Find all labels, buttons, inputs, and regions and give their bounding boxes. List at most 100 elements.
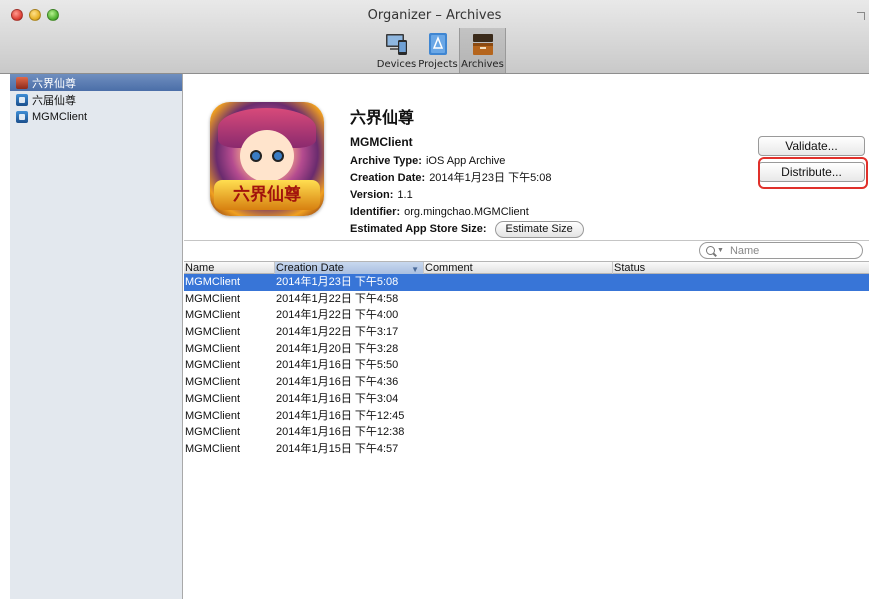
identifier-label: Identifier: [350,206,401,218]
archive-type-value: iOS App Archive [425,155,506,167]
column-header-status[interactable]: Status [613,262,869,274]
table-row[interactable]: MGMClient 2014年1月22日 下午3:17 [184,324,869,341]
cell-comment [424,341,613,358]
cell-status [613,374,869,391]
fullscreen-icon[interactable] [857,12,865,20]
table-header: Name Creation Date ▼ Comment Status [184,261,869,274]
cell-name: MGMClient [185,292,241,305]
cell-creation-date: 2014年1月16日 下午4:36 [276,376,399,389]
table-row[interactable]: MGMClient 2014年1月16日 下午3:04 [184,391,869,408]
cell-creation-date: 2014年1月22日 下午3:17 [276,326,399,339]
archives-table: Name Creation Date ▼ Comment Status MGMC… [184,261,869,458]
cell-status [613,441,869,458]
cell-creation-date: 2014年1月20日 下午3:28 [276,342,399,355]
project-icon [16,93,28,106]
table-row[interactable]: MGMClient 2014年1月23日 下午5:08 [184,274,869,291]
estimate-size-button[interactable]: Estimate Size [494,221,584,238]
cell-creation-date: 2014年1月16日 下午3:04 [276,392,399,405]
cell-name: MGMClient [185,342,241,355]
table-row[interactable]: MGMClient 2014年1月20日 下午3:28 [184,341,869,358]
app-artwork-image: 六界仙尊 [210,102,324,216]
size-row: Estimated App Store Size: Estimate Size [350,221,584,238]
cell-creation-date: 2014年1月22日 下午4:00 [276,309,399,322]
column-header-creation-date[interactable]: Creation Date ▼ [275,262,424,274]
search-icon [706,246,715,255]
sidebar-item-mgmclient[interactable]: MGMClient [10,108,182,125]
cell-creation-date: 2014年1月16日 下午12:38 [276,426,405,439]
cell-comment [424,274,613,291]
cell-name: MGMClient [185,326,241,339]
toolbar-projects-button[interactable]: Projects [417,28,459,73]
table-body: MGMClient 2014年1月23日 下午5:08 MGMClient 2014年… [184,274,869,458]
cell-name: MGMClient [185,359,241,372]
table-row[interactable]: MGMClient 2014年1月16日 下午12:38 [184,424,869,441]
devices-icon [384,31,410,57]
cell-status [613,357,869,374]
validate-button[interactable]: Validate... [758,136,865,156]
artwork-face [240,130,294,182]
artwork-eye [272,150,284,162]
sidebar-item-project[interactable]: 六届仙尊 [10,91,182,108]
toolbar-archives-button[interactable]: Archives [459,28,506,73]
artwork-eye [250,150,262,162]
cell-creation-date: 2014年1月22日 下午4:58 [276,292,399,305]
archive-scheme: MGMClient [350,135,413,149]
cell-name: MGMClient [185,392,241,405]
cell-name: MGMClient [185,276,241,288]
archive-app-name: 六界仙尊 [350,108,415,127]
search-field[interactable]: ▼ Name [699,242,863,259]
column-header-name[interactable]: Name [184,262,275,274]
column-header-comment[interactable]: Comment [424,262,613,274]
distribute-highlight-box [758,157,868,189]
cell-comment [424,424,613,441]
cell-comment [424,441,613,458]
sidebar-item-label: 六界仙尊 [32,77,76,90]
projects-icon [425,31,451,57]
identifier-row: Identifier: org.mingchao.MGMClient [350,204,584,221]
version-value: 1.1 [397,189,413,201]
cell-comment [424,357,613,374]
sidebar-item-label: 六届仙尊 [32,94,76,107]
toolbar-archives-label: Archives [461,59,504,70]
cell-creation-date: 2014年1月15日 下午4:57 [276,442,399,455]
toolbar-devices-button[interactable]: Devices [376,28,417,73]
cell-comment [424,374,613,391]
cell-name: MGMClient [185,442,241,455]
creation-date-value: 2014年1月23日 下午5:08 [429,172,552,184]
cell-name: MGMClient [185,426,241,439]
sort-descending-icon: ▼ [411,265,419,274]
title-bar: Organizer – Archives Devices Projects Ar… [0,0,869,74]
cell-comment [424,291,613,308]
cell-name: MGMClient [185,376,241,389]
cell-status [613,324,869,341]
cell-name: MGMClient [185,409,241,422]
identifier-value: org.mingchao.MGMClient [404,206,529,218]
sidebar-item-app[interactable]: 六界仙尊 [10,74,182,91]
cell-comment [424,307,613,324]
cell-status [613,274,869,291]
table-row[interactable]: MGMClient 2014年1月22日 下午4:58 [184,291,869,308]
window-left-edge [0,74,10,599]
cell-status [613,307,869,324]
table-row[interactable]: MGMClient 2014年1月16日 下午4:36 [184,374,869,391]
cell-creation-date: 2014年1月23日 下午5:08 [276,276,399,288]
archive-type-row: Archive Type: iOS App Archive [350,153,584,170]
archives-icon [470,31,496,57]
archive-type-label: Archive Type: [350,155,422,167]
cell-name: MGMClient [185,309,241,322]
cell-status [613,341,869,358]
creation-date-row: Creation Date: 2014年1月23日 下午5:08 [350,170,584,187]
cell-comment [424,324,613,341]
table-row[interactable]: MGMClient 2014年1月16日 下午5:50 [184,357,869,374]
cell-status [613,291,869,308]
search-placeholder: Name [729,244,760,257]
version-row: Version: 1.1 [350,187,584,204]
archive-details: 六界仙尊 六界仙尊 MGMClient Archive Type: iOS App… [184,75,869,241]
table-row[interactable]: MGMClient 2014年1月22日 下午4:00 [184,307,869,324]
app-icon [16,76,28,89]
chevron-down-icon: ▼ [717,247,724,254]
project-icon [16,110,28,123]
table-row[interactable]: MGMClient 2014年1月15日 下午4:57 [184,441,869,458]
cell-creation-date: 2014年1月16日 下午5:50 [276,359,399,372]
table-row[interactable]: MGMClient 2014年1月16日 下午12:45 [184,408,869,425]
